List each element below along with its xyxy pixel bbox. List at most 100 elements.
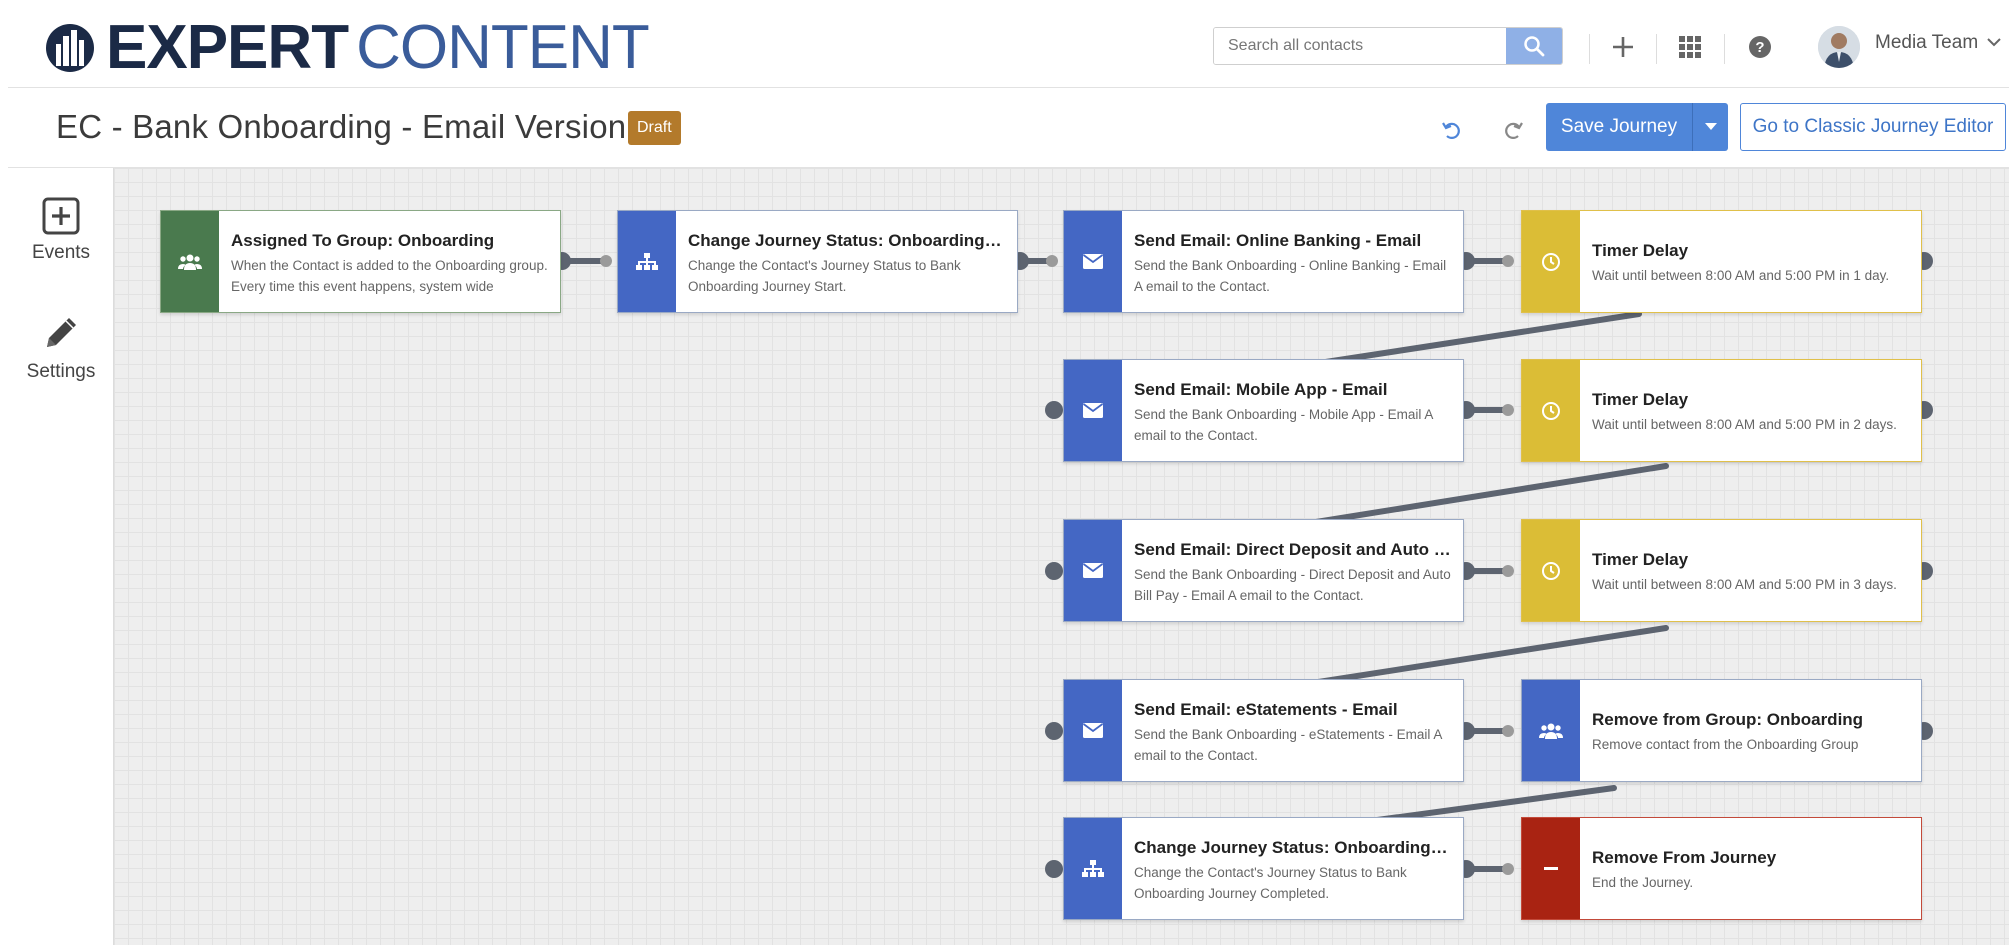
- node-title: Send Email: Direct Deposit and Auto Bill…: [1134, 540, 1451, 559]
- title-bar: EC - Bank Onboarding - Email Version A D…: [8, 88, 2009, 168]
- search-input[interactable]: [1214, 28, 1506, 64]
- logo-word-expert: EXPERT: [106, 13, 349, 82]
- header-divider: [1656, 34, 1657, 64]
- svg-text:?: ?: [1755, 39, 1764, 56]
- save-button-group: Save Journey: [1546, 103, 1728, 151]
- email-node[interactable]: Send Email: Mobile App - Email Send the …: [1063, 359, 1464, 462]
- timer-node[interactable]: Timer Delay Wait until between 8:00 AM a…: [1521, 210, 1922, 313]
- redo-icon: [1505, 122, 1523, 139]
- clock-icon: [1542, 561, 1560, 580]
- node-icon-bar: [1522, 680, 1580, 781]
- app-frame: EXPERT CONTENT Search all contacts ? Med…: [8, 6, 2009, 945]
- node-icon-bar: [1064, 680, 1122, 781]
- node-title: Change Journey Status: Onboarding Journe…: [688, 231, 1005, 250]
- pencil-icon: [47, 318, 76, 347]
- caret-down-icon: [1704, 123, 1717, 130]
- search-icon: [1524, 36, 1545, 57]
- node-title: Send Email: Mobile App - Email: [1134, 380, 1388, 399]
- remove-group-node[interactable]: Remove from Group: Onboarding Remove con…: [1521, 679, 1922, 782]
- grid-icon: [1679, 36, 1701, 58]
- node-icon-bar: [618, 211, 676, 312]
- node-icon-bar: [1064, 818, 1122, 919]
- logo-mark-icon: [46, 24, 94, 72]
- node-icon-bar: [1522, 360, 1580, 461]
- plus-icon: [1613, 37, 1633, 57]
- save-journey-button[interactable]: Save Journey: [1546, 103, 1692, 151]
- chevron-down-icon[interactable]: [1986, 36, 2002, 48]
- node-icon-bar: [1522, 211, 1580, 312]
- node-icon-bar: [1064, 520, 1122, 621]
- search-box: [1213, 27, 1563, 65]
- node-description: Send the Bank Onboarding - Direct Deposi…: [1134, 567, 1451, 603]
- node-title: Remove from Group: Onboarding: [1592, 710, 1864, 729]
- node-title: Timer Delay: [1592, 241, 1689, 260]
- node-description: Send the Bank Onboarding - eStatements -…: [1134, 727, 1442, 763]
- email-node[interactable]: Send Email: Online Banking - Email Send …: [1063, 210, 1464, 313]
- node-title: Timer Delay: [1592, 390, 1689, 409]
- node-description: Wait until between 8:00 AM and 5:00 PM i…: [1592, 577, 1897, 592]
- node-title: Send Email: Online Banking - Email: [1134, 231, 1422, 250]
- email-node[interactable]: Send Email: eStatements - Email Send the…: [1063, 679, 1464, 782]
- help-icon: ?: [1749, 36, 1771, 58]
- hierarchy-icon: [636, 252, 658, 270]
- logo[interactable]: EXPERT CONTENT: [44, 13, 650, 82]
- hierarchy-icon: [1082, 859, 1104, 877]
- sidebar-item-settings[interactable]: Settings: [8, 311, 114, 383]
- node-title: Timer Delay: [1592, 550, 1689, 569]
- header-divider: [1589, 34, 1590, 64]
- group-icon: [178, 254, 202, 270]
- save-options-button[interactable]: [1692, 103, 1728, 151]
- clock-icon: [1542, 252, 1560, 271]
- node-description: Change the Contact's Journey Status to B…: [688, 258, 961, 294]
- help-button[interactable]: ?: [1743, 30, 1777, 64]
- node-description: Wait until between 8:00 AM and 5:00 PM i…: [1592, 268, 1890, 283]
- envelope-icon: [1083, 563, 1103, 578]
- timer-node[interactable]: Timer Delay Wait until between 8:00 AM a…: [1521, 359, 1922, 462]
- user-name[interactable]: Media Team: [1875, 32, 1978, 54]
- node-title: Send Email: eStatements - Email: [1134, 700, 1398, 719]
- node-description: Wait until between 8:00 AM and 5:00 PM i…: [1592, 417, 1897, 432]
- timer-node[interactable]: Timer Delay Wait until between 8:00 AM a…: [1521, 519, 1922, 622]
- group-icon: [1539, 723, 1563, 739]
- status-node[interactable]: Change Journey Status: Onboarding Journe…: [617, 210, 1018, 313]
- top-header: EXPERT CONTENT Search all contacts ? Med…: [8, 6, 2009, 88]
- email-node[interactable]: Send Email: Direct Deposit and Auto Bill…: [1063, 519, 1464, 622]
- node-title: Change Journey Status: Onboarding Journe…: [1134, 838, 1451, 857]
- node-description: Remove contact from the Onboarding Group: [1592, 737, 1859, 752]
- redo-button[interactable]: [1499, 116, 1527, 144]
- journey-canvas[interactable]: Assigned To Group: Onboarding When the C…: [114, 168, 2009, 945]
- status-badge: Draft: [628, 111, 681, 145]
- node-description: Change the Contact's Journey Status to B…: [1134, 865, 1407, 901]
- user-photo-icon: [1818, 26, 1860, 68]
- avatar[interactable]: [1818, 26, 1860, 68]
- node-title: Remove From Journey: [1592, 848, 1777, 867]
- apps-button[interactable]: [1673, 30, 1707, 64]
- envelope-icon: [1083, 403, 1103, 418]
- node-icon-bar: [1064, 360, 1122, 461]
- node-description: When the Contact is added to the Onboard…: [231, 258, 548, 294]
- node-icon-bar: [1522, 520, 1580, 621]
- trigger-node[interactable]: Assigned To Group: Onboarding When the C…: [160, 210, 561, 313]
- minus-icon: [1544, 866, 1558, 870]
- add-square-icon: [42, 197, 80, 235]
- status-node[interactable]: Change Journey Status: Onboarding Journe…: [1063, 817, 1464, 920]
- classic-editor-button[interactable]: Go to Classic Journey Editor: [1740, 103, 2006, 151]
- node-icon-bar: [161, 211, 219, 312]
- sidebar-item-label: Settings: [26, 361, 96, 382]
- add-button[interactable]: [1606, 30, 1640, 64]
- undo-button[interactable]: [1438, 116, 1466, 144]
- page-title: EC - Bank Onboarding - Email Version A: [56, 108, 657, 145]
- envelope-icon: [1083, 723, 1103, 738]
- node-description: Send the Bank Onboarding - Online Bankin…: [1134, 258, 1447, 294]
- node-icon-bar: [1522, 818, 1580, 919]
- undo-icon: [1442, 122, 1460, 139]
- node-title: Assigned To Group: Onboarding: [231, 231, 495, 250]
- node-icon-bar: [1064, 211, 1122, 312]
- end-journey-node[interactable]: Remove From Journey End the Journey.: [1521, 817, 1922, 920]
- sidebar-item-label: Events: [31, 242, 91, 263]
- left-sidebar: Events Settings: [8, 168, 114, 945]
- sidebar-item-events[interactable]: Events: [8, 196, 114, 264]
- search-button[interactable]: [1506, 28, 1562, 64]
- logo-word-content: CONTENT: [356, 13, 650, 82]
- clock-icon: [1542, 401, 1560, 420]
